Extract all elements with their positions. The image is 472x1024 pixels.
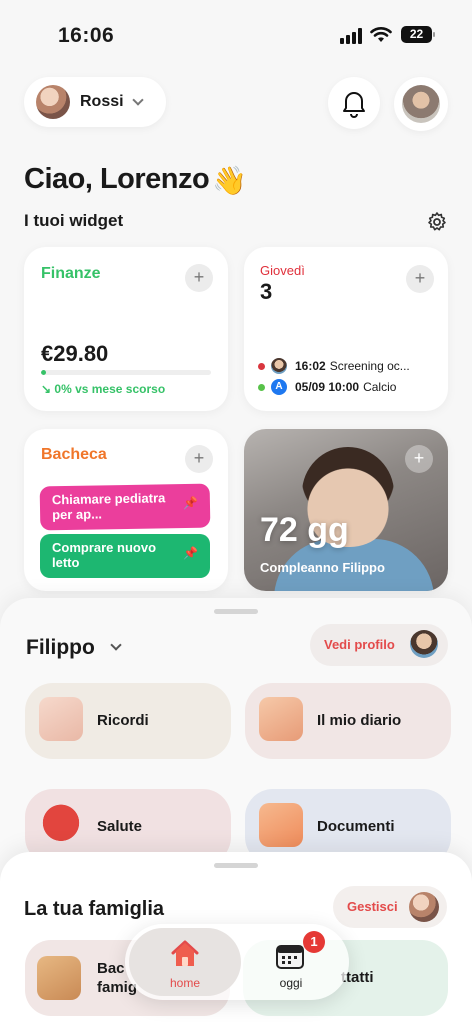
tile-ricordi[interactable]: Ricordi (25, 683, 231, 759)
bell-icon (343, 92, 365, 118)
camera-icon (39, 697, 83, 741)
battery-indicator: 22 (401, 26, 435, 43)
chevron-down-icon (131, 94, 144, 106)
add-event-button[interactable]: + (406, 265, 434, 293)
calendar-icon (276, 945, 304, 969)
heart-icon (39, 803, 83, 847)
notification-badge: 1 (303, 931, 325, 953)
tile-label: Ricordi (97, 712, 149, 729)
trend-down-icon: ↘ (41, 382, 52, 396)
corkboard-icon (37, 956, 81, 1000)
family-selector[interactable]: Rossi (24, 77, 166, 127)
profile-button[interactable] (394, 77, 448, 131)
calendar-date: 3 (260, 279, 273, 304)
tile-label: Il mio diario (317, 712, 402, 729)
tab-home[interactable]: home (129, 928, 241, 996)
event-title: Screening oc... (329, 359, 410, 373)
family-title: La tua famiglia (24, 898, 165, 920)
manage-family-button[interactable]: Gestisci (333, 886, 447, 928)
gear-icon[interactable] (426, 211, 448, 233)
event-dot (258, 362, 265, 370)
family-name: Rossi (80, 93, 124, 110)
calendar-event[interactable]: 16:02 Screening oc... (258, 357, 438, 375)
finance-progress-fill (41, 370, 47, 375)
folder-icon (259, 803, 303, 847)
view-profile-label: Vedi profilo (324, 637, 395, 652)
tab-oggi[interactable]: 1 oggi (243, 928, 343, 996)
tab-home-label: home (169, 976, 201, 990)
finance-title: Finanze (41, 265, 101, 282)
tab-oggi-label: oggi (279, 976, 303, 990)
family-avatar (409, 892, 439, 922)
wifi-icon (370, 27, 392, 42)
add-note-button[interactable]: + (185, 445, 213, 473)
note-text: Comprare nuovo letto (52, 540, 157, 570)
waving-hand-icon: 👋 (212, 165, 247, 196)
finance-trend-text: 0% vs mese scorso (54, 382, 166, 396)
chevron-down-icon[interactable] (110, 639, 122, 651)
tile-diario[interactable]: Il mio diario (245, 683, 451, 759)
home-icon (171, 940, 199, 966)
board-note[interactable]: Comprare nuovo letto 📌 (40, 534, 210, 578)
notifications-button[interactable] (328, 77, 380, 129)
event-time: 05/09 10:00 (295, 380, 360, 394)
family-avatar (36, 85, 70, 119)
event-title: Calcio (363, 380, 397, 394)
finance-progress-bar (41, 370, 211, 375)
child-avatar (410, 630, 438, 658)
pin-icon: 📌 (182, 495, 199, 510)
birthday-caption: Compleanno Filippo (260, 560, 385, 575)
calendar-day: Giovedì (260, 263, 305, 278)
event-avatar (271, 358, 287, 374)
birthday-widget[interactable]: + 72 gg Compleanno Filippo (244, 429, 448, 591)
birthday-countdown: 72 gg (260, 511, 349, 549)
tab-bar: home 1 oggi (125, 924, 349, 1000)
calendar-event[interactable]: A 05/09 10:00 Calcio (258, 378, 438, 396)
tile-label: Salute (97, 818, 143, 835)
finance-amount: €29.80 (41, 341, 109, 366)
avatar (402, 85, 440, 123)
child-name[interactable]: Filippo (26, 636, 95, 660)
note-text: Chiamare pediatra per ap... (51, 490, 166, 523)
sheet-grabber[interactable] (214, 609, 258, 614)
calendar-widget[interactable]: Giovedì 3 + 16:02 Screening oc... A 05/0… (244, 247, 448, 411)
finance-widget[interactable]: Finanze + €29.80 ↘ 0% vs mese scorso (24, 247, 228, 411)
add-birthday-button[interactable]: + (405, 445, 433, 473)
sheet-grabber[interactable] (214, 863, 258, 868)
widgets-title: I tuoi widget (24, 211, 124, 230)
finance-trend: ↘ 0% vs mese scorso (41, 382, 165, 396)
event-dot (258, 383, 265, 391)
diary-icon (259, 697, 303, 741)
board-title: Bacheca (41, 446, 107, 463)
status-bar: 16:06 22 (0, 0, 472, 60)
board-note[interactable]: Chiamare pediatra per ap... 📌 (39, 483, 211, 531)
status-time: 16:06 (58, 24, 115, 47)
manage-label: Gestisci (347, 899, 398, 914)
pin-icon: 📌 (183, 546, 198, 560)
tile-label: Documenti (317, 818, 395, 835)
cellular-signal-icon (340, 28, 364, 44)
view-profile-button[interactable]: Vedi profilo (310, 624, 448, 666)
board-widget[interactable]: Bacheca + Chiamare pediatra per ap... 📌 … (24, 429, 228, 591)
event-time: 16:02 (295, 359, 326, 373)
event-avatar: A (271, 379, 287, 395)
greeting: Ciao, Lorenzo (24, 163, 210, 195)
tile-label-line1: Bac (97, 960, 125, 977)
add-finance-button[interactable]: + (185, 264, 213, 292)
